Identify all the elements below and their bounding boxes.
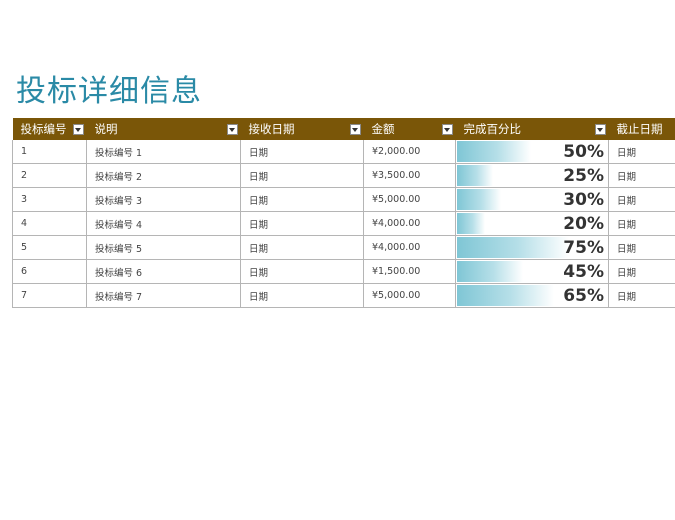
column-header-due-date: 截止日期: [608, 118, 675, 140]
table-row: 1 投标编号 1 日期 ¥2,000.00 50% 日期: [12, 140, 675, 164]
cell-received-date[interactable]: 日期: [240, 283, 364, 308]
progress-bar: [457, 141, 531, 162]
cell-bid-id[interactable]: 4: [12, 211, 87, 236]
progress-bar: [457, 213, 486, 234]
filter-dropdown-icon[interactable]: [349, 124, 361, 135]
cell-bid-id[interactable]: 1: [12, 140, 87, 164]
cell-percent-complete[interactable]: 30%: [455, 187, 609, 212]
filter-dropdown-icon[interactable]: [441, 124, 453, 135]
cell-received-date[interactable]: 日期: [240, 187, 364, 212]
cell-description[interactable]: 投标编号 7: [86, 283, 241, 308]
cell-due-date[interactable]: 日期: [608, 283, 675, 308]
table-row: 3 投标编号 3 日期 ¥5,000.00 30% 日期: [12, 187, 675, 212]
filter-dropdown-icon[interactable]: [72, 124, 84, 135]
cell-amount[interactable]: ¥5,000.00: [363, 187, 456, 212]
filter-dropdown-icon[interactable]: [226, 124, 238, 135]
cell-bid-id[interactable]: 5: [12, 235, 87, 260]
cell-description[interactable]: 投标编号 2: [86, 163, 241, 188]
column-header-description: 说明: [86, 118, 241, 140]
cell-bid-id[interactable]: 6: [12, 259, 87, 284]
progress-bar: [457, 237, 569, 258]
percent-value: 20%: [563, 213, 604, 234]
column-header-received-date: 接收日期: [240, 118, 364, 140]
progress-bar: [457, 261, 524, 282]
cell-percent-complete[interactable]: 50%: [455, 140, 609, 164]
cell-bid-id[interactable]: 2: [12, 163, 87, 188]
cell-received-date[interactable]: 日期: [240, 211, 364, 236]
cell-due-date[interactable]: 日期: [608, 211, 675, 236]
cell-description[interactable]: 投标编号 3: [86, 187, 241, 212]
cell-percent-complete[interactable]: 65%: [455, 283, 609, 308]
cell-due-date[interactable]: 日期: [608, 235, 675, 260]
cell-received-date[interactable]: 日期: [240, 235, 364, 260]
cell-percent-complete[interactable]: 20%: [455, 211, 609, 236]
table-row: 5 投标编号 5 日期 ¥4,000.00 75% 日期: [12, 235, 675, 260]
cell-due-date[interactable]: 日期: [608, 259, 675, 284]
percent-value: 25%: [563, 165, 604, 186]
cell-received-date[interactable]: 日期: [240, 140, 364, 164]
cell-amount[interactable]: ¥4,000.00: [363, 235, 456, 260]
column-header-bid-id: 投标编号: [12, 118, 87, 140]
cell-description[interactable]: 投标编号 1: [86, 140, 241, 164]
cell-due-date[interactable]: 日期: [608, 163, 675, 188]
cell-amount[interactable]: ¥1,500.00: [363, 259, 456, 284]
cell-percent-complete[interactable]: 45%: [455, 259, 609, 284]
cell-amount[interactable]: ¥4,000.00: [363, 211, 456, 236]
cell-amount[interactable]: ¥5,000.00: [363, 283, 456, 308]
percent-value: 65%: [563, 285, 604, 306]
percent-value: 75%: [563, 237, 604, 258]
cell-received-date[interactable]: 日期: [240, 163, 364, 188]
column-header-percent-complete: 完成百分比: [455, 118, 609, 140]
column-header-amount: 金额: [363, 118, 456, 140]
filter-dropdown-icon[interactable]: [594, 124, 606, 135]
header-row: 投标编号 说明 接收日期 金额 完成百分比 截止日期: [12, 118, 675, 140]
progress-bar: [457, 165, 493, 186]
page-title: 投标详细信息: [16, 74, 202, 109]
cell-percent-complete[interactable]: 75%: [455, 235, 609, 260]
percent-value: 30%: [563, 189, 604, 210]
cell-bid-id[interactable]: 3: [12, 187, 87, 212]
bid-details-table: 投标编号 说明 接收日期 金额 完成百分比 截止日期 1 投标编号 1 日期 ¥2,0…: [12, 118, 675, 308]
cell-percent-complete[interactable]: 25%: [455, 163, 609, 188]
table-row: 7 投标编号 7 日期 ¥5,000.00 65% 日期: [12, 283, 675, 308]
cell-description[interactable]: 投标编号 4: [86, 211, 241, 236]
progress-bar: [457, 285, 554, 306]
table-row: 4 投标编号 4 日期 ¥4,000.00 20% 日期: [12, 211, 675, 236]
cell-received-date[interactable]: 日期: [240, 259, 364, 284]
cell-description[interactable]: 投标编号 6: [86, 259, 241, 284]
cell-due-date[interactable]: 日期: [608, 140, 675, 164]
cell-bid-id[interactable]: 7: [12, 283, 87, 308]
table-row: 6 投标编号 6 日期 ¥1,500.00 45% 日期: [12, 259, 675, 284]
cell-amount[interactable]: ¥3,500.00: [363, 163, 456, 188]
progress-bar: [457, 189, 501, 210]
table-row: 2 投标编号 2 日期 ¥3,500.00 25% 日期: [12, 163, 675, 188]
cell-due-date[interactable]: 日期: [608, 187, 675, 212]
cell-description[interactable]: 投标编号 5: [86, 235, 241, 260]
cell-amount[interactable]: ¥2,000.00: [363, 140, 456, 164]
percent-value: 45%: [563, 261, 604, 282]
percent-value: 50%: [563, 141, 604, 162]
